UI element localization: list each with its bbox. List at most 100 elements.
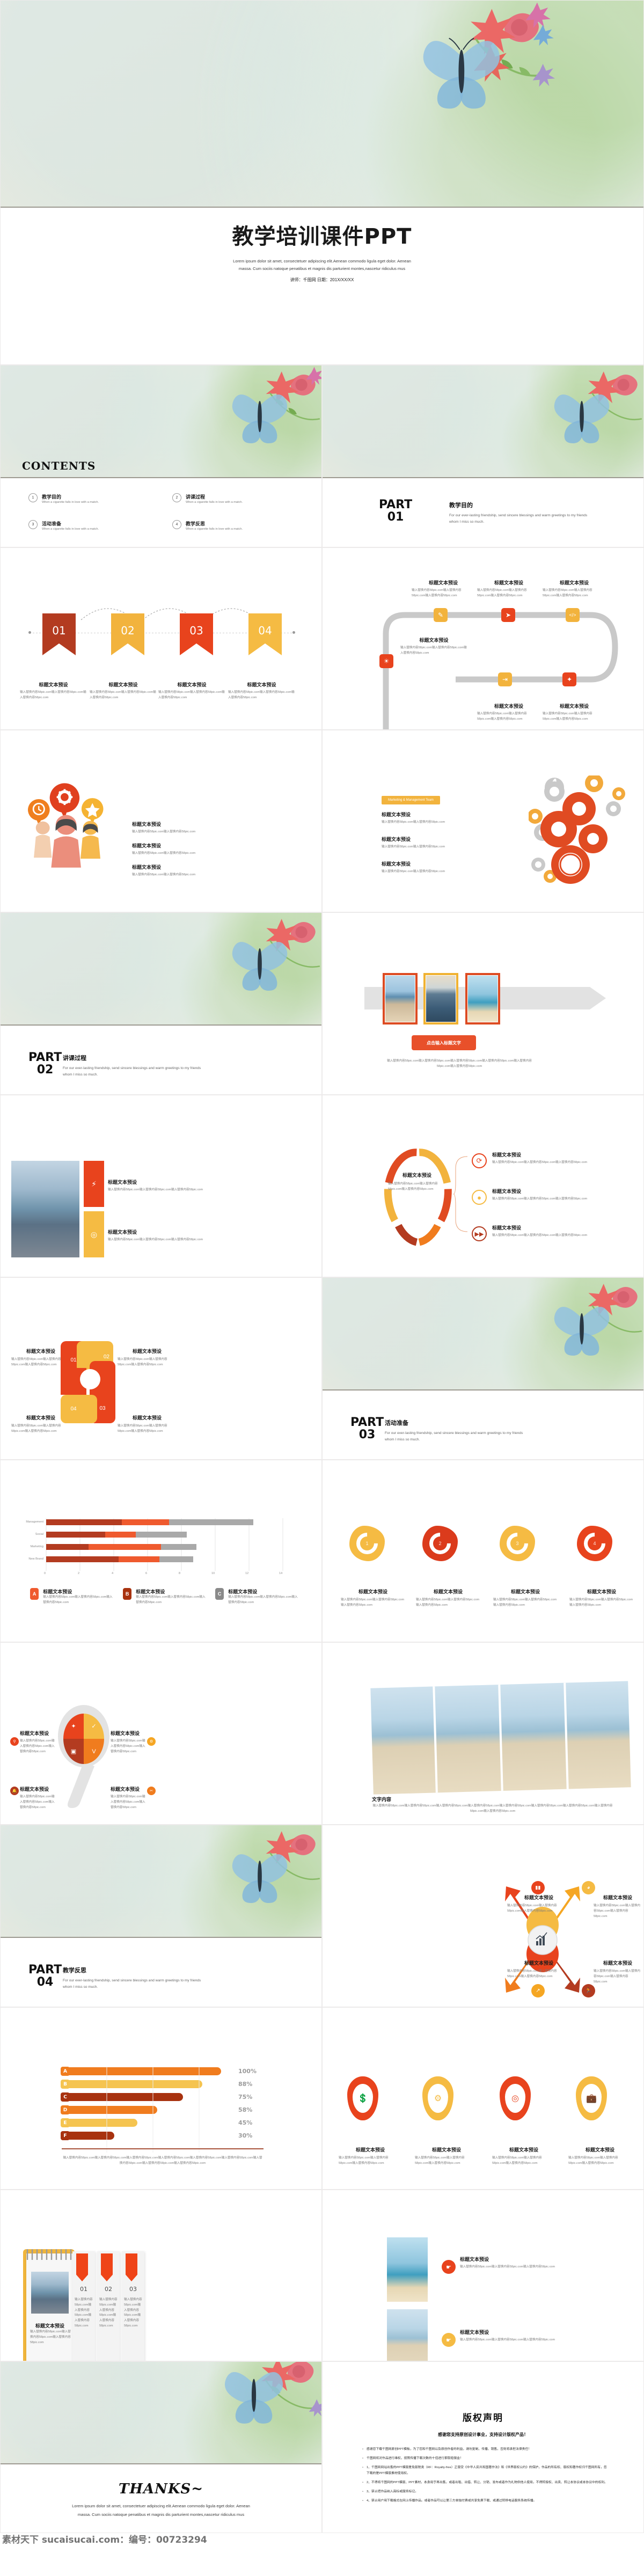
photo-two-item-2: 标题文本预设 输入替换内容58pic.com输入替换内容58pic.com输入替… [108,1228,210,1243]
bar-chart-icon[interactable]: ▮▮ [531,1881,545,1894]
gear-icon[interactable]: ⚙ [147,1737,156,1746]
contents-item-3[interactable]: 3 活动准备 When a cigarette falls in love wi… [28,520,136,532]
contents-item-2[interactable]: 2 讲课过程 When a cigarette falls in love wi… [172,493,280,506]
contents-item-4[interactable]: 4 教学反思 When a cigarette falls in love wi… [172,520,280,532]
slide-two-photos[interactable]: ☛ 标题文本预设 输入替换内容58pic.com输入替换内容58pic.com输… [322,2190,644,2361]
search-icon[interactable]: ⚲ [10,1737,19,1746]
part-desc: For our ever-lasting friendship, send si… [63,1979,201,1989]
trend-icon[interactable]: ↗ [531,1984,545,1997]
boat-photo-strips[interactable] [370,1681,631,1795]
runner-icon[interactable]: 🏃 [582,1984,595,1997]
part-label-block: PART 04 [28,1964,62,1988]
ribbon-04[interactable]: 04 [248,613,282,655]
pin-caption-title: 标题文本预设 [431,2147,461,2153]
ring-item-2: 标题文本预设 输入替换内容58pic.com输入替换内容58pic.com输入替… [492,1188,589,1202]
legend-body: 输入替换内容58pic.com输入替换内容58pic.com输入替换内容58pi… [136,1596,206,1604]
slide-part-03[interactable]: PART 03 活动准备 For our ever-lasting friend… [322,1277,644,1460]
slide-stacked-bar-chart[interactable]: Management Social Marketing New Brand 0 … [0,1460,322,1642]
gears-item-3: 标题文本预设 输入替换内容58pic.com输入替换内容58pic.com [382,860,484,875]
lightning-icon[interactable]: ⚡ [84,1161,104,1207]
slide-ring-diagram[interactable]: 标题文本预设 输入替换内容58pic.com输入替换内容58pic.com输入替… [322,1095,644,1277]
refresh-icon[interactable]: ⟳ [472,1153,487,1168]
thanks-title: THANKS~ [118,2481,203,2497]
c-badge-2[interactable]: 2 [422,1526,458,1561]
bullet-icon: • [362,2457,364,2460]
ribbon-03[interactable]: 03 [180,613,213,655]
bar-seg-b [46,1519,122,1525]
slide-percent-bar-chart[interactable]: A 100% B 88% C 75% D 58% E 45% F 30% 输入替… [0,2007,322,2190]
ring-item-title: 标题文本预设 [492,1152,522,1158]
photo-frame-1[interactable] [383,973,418,1024]
pencil-icon[interactable]: ✎ [434,608,448,622]
beach-boat-photo-2[interactable] [387,2309,428,2361]
part-label: PART [28,1963,62,1977]
hand-pointer-icon[interactable]: ☛ [442,2333,456,2347]
chart-plot-area: Management Social Marketing New Brand 0 … [18,1518,291,1577]
beach-boat-photo-1[interactable] [387,2237,428,2302]
notebook-photo[interactable] [31,2272,69,2314]
insert-title-button[interactable]: 点击输入标题文字 [412,1035,476,1050]
user-icon[interactable]: ● [472,1190,487,1205]
slide-x-arrows[interactable]: ▮▮ ◕ ↗ 🏃 标题文本预设 输入替换内容58pic.com输入替换内容58p… [322,1825,644,2007]
pin-3[interactable]: ◎ [500,2076,531,2120]
scissors-icon[interactable]: ✂ [147,1787,156,1795]
hand-pointer-icon[interactable]: ☛ [442,2260,456,2274]
c-badge-3[interactable]: 3 [500,1526,535,1561]
slide-boat-photo[interactable]: 文字内容 输入替换内容58pic.com输入替换内容58pic.com输入替换内… [322,1642,644,1825]
export-file-icon[interactable]: ⇥ [498,672,512,686]
slide-c-flowers[interactable]: 1 2 3 4 标题文本预设 输入替换内容58pic.com输入替换内容58pi… [322,1460,644,1642]
photo-two-item-title: 标题文本预设 [108,1180,137,1185]
magnifier-item-body: 输入替换内容58pic.com输入替换内容58pic.com输入替换内容58pi… [20,1739,55,1753]
c-badge-1[interactable]: 1 [349,1526,385,1561]
pin-caption-1: 标题文本预设 输入替换内容58pic.com输入替换内容58pic.com输入替… [339,2146,402,2167]
slide-thanks[interactable]: THANKS~ Lorem ipsum dolor sit amet, cons… [0,2361,322,2533]
pinwheel-caption-body: 输入替换内容58pic.com输入替换内容58pic.com输入替换内容58pi… [118,1358,167,1366]
fast-forward-icon[interactable]: ▶▶ [472,1226,487,1241]
slide-pinwheel[interactable]: 01 02 03 04 标题文本预设 输入替换内容58pic.com输入替换内容… [0,1277,322,1460]
ribbon-01[interactable]: 01 [42,613,76,655]
slide-photo-arrow[interactable]: 点击输入标题文字 输入替换内容58pic.com输入替换内容58pic.com输… [322,912,644,1095]
bar-letter: B [61,2080,70,2089]
bar-seg-a [105,1532,136,1538]
slide-copyright[interactable]: 版权声明 感谢您支持原创设计事业，支持设计版权产品！ • 感谢您下载千图网原创PP… [322,2361,644,2533]
slide-pin-icons[interactable]: 💲 ⚙ ◎ 💼 标题文本预设 输入替换内容58pic.com输入替换内容58pi… [322,2007,644,2190]
slide-part-01[interactable]: PART 01 教学目的 For our ever-lasting friend… [322,365,644,547]
slide-part-04[interactable]: PART 04 教学反思 For our ever-lasting friend… [0,1825,322,2007]
magnifier-item-1: 标题文本预设 输入替换内容58pic.com输入替换内容58pic.com输入替… [20,1730,57,1754]
clock-icon[interactable]: ◕ [582,1881,595,1894]
target-icon[interactable]: ◎ [84,1211,104,1257]
bar-letter: A [61,2067,70,2076]
ribbon-02[interactable]: 02 [111,613,144,655]
slide-ribbon-timeline[interactable]: 01 02 03 04 标题文本预设 输入替换内容58pic.com输入替换内容… [0,547,322,730]
slide-contents[interactable]: CONTENTS 1 教学目的 When a cigarette falls i… [0,365,322,547]
pin-1[interactable]: 💲 [347,2076,378,2120]
slide-notebook[interactable]: 20 标题文本预设 输入替换内容58pic.com输入替换内容58pic.com… [0,2190,322,2361]
rocket-icon[interactable]: ➤ [501,608,515,622]
slide-cover[interactable]: 教学培训课件PPT Lorem ipsum dolor sit amet, co… [0,0,644,365]
flower-shape: 2 [422,1526,458,1561]
slide-people-bubbles[interactable]: 标题文本预设 输入替换内容58pic.com输入替换内容58pic.com 标题… [0,730,322,912]
slide-roadmap[interactable]: ✎ ➤ </> ☀ ⇥ ✦ 标题文本预设 输入替换内容58pic.com输入替换… [322,547,644,730]
magnifier-item-3: 标题文本预设 输入替换内容58pic.com输入替换内容58pic.com输入替… [20,1785,57,1810]
code-icon[interactable]: </> [566,608,580,622]
c-badge-4[interactable]: 4 [577,1526,612,1561]
roadmap-caption-title: 标题文本预设 [494,580,523,586]
chart-legend-a: A 标题文本预设 输入替换内容58pic.com输入替换内容58pic.com输… [30,1588,113,1606]
paint-icon[interactable]: ✦ [562,672,576,686]
mountain-person-photo[interactable] [11,1161,79,1257]
lightbulb-icon[interactable]: ☀ [379,654,393,668]
photo-frame-3[interactable] [465,973,500,1024]
photo-frame-2[interactable] [423,973,458,1024]
contents-item-desc: When a cigarette falls in love with a ma… [186,501,243,504]
slide-gears[interactable]: Marketing & Management Team 标题文本预设 输入替换内… [322,730,644,912]
slide-photo-two-blocks[interactable]: ⚡ ◎ 标题文本预设 输入替换内容58pic.com输入替换内容58pic.co… [0,1095,322,1277]
bell-icon[interactable]: 🔔 [10,1787,19,1795]
beach-wave-photo [385,976,415,1022]
contents-item-1[interactable]: 1 教学目的 When a cigarette falls in love wi… [28,493,136,506]
slide-magnifier[interactable]: ✦ ✓ ▣ V ⚲ 标题文本预设 输入替换内容58pic.com输入替换内容58… [0,1642,322,1825]
flower-shape: 4 [577,1526,612,1561]
pin-4[interactable]: 💼 [576,2076,607,2120]
pin-2[interactable]: ⚙ [422,2076,453,2120]
contents-item-title: 教学反思 [186,521,206,526]
slide-part-02[interactable]: PART 02 讲课过程 For our ever-lasting friend… [0,912,322,1095]
